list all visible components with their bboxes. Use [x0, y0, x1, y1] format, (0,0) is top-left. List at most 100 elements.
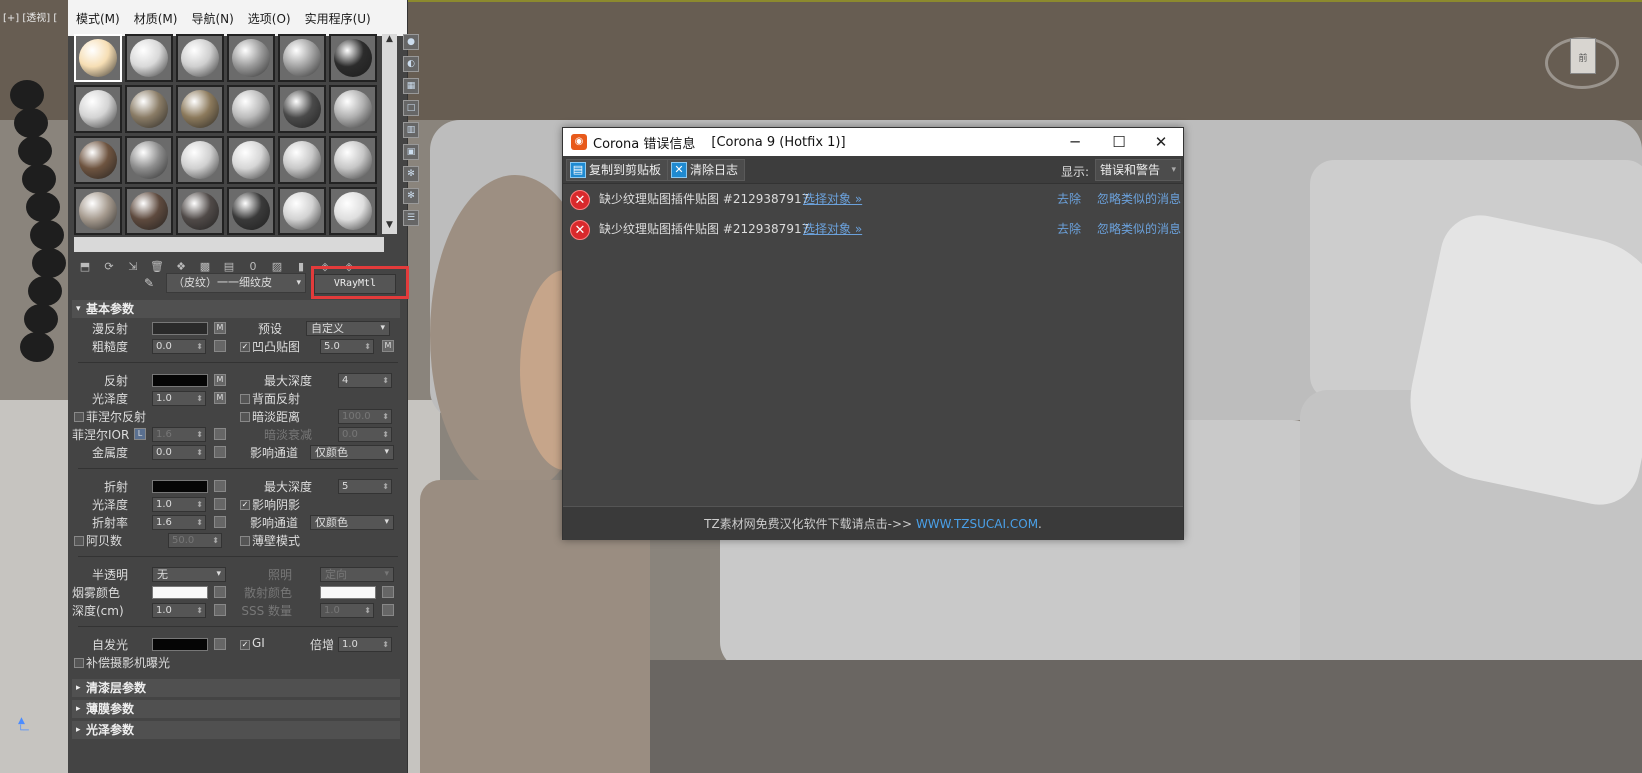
bump-map-button[interactable]: M: [382, 340, 394, 352]
rollout-basic-params[interactable]: 基本参数: [72, 300, 400, 318]
affect-channels-dropdown[interactable]: 仅颜色: [310, 445, 394, 460]
viewcube[interactable]: 前: [1545, 37, 1619, 89]
fog-map-button[interactable]: [214, 586, 226, 598]
eyedropper-icon[interactable]: ✎: [144, 276, 154, 290]
material-slot[interactable]: [227, 136, 275, 184]
reflect-map-button[interactable]: M: [214, 374, 226, 386]
options-icon[interactable]: ✻: [403, 166, 419, 182]
get-material-icon[interactable]: ⬒: [76, 258, 94, 276]
depth-spinner[interactable]: 1.0: [152, 603, 206, 618]
refract-affect-channels-dropdown[interactable]: 仅颜色: [310, 515, 394, 530]
gloss-spinner[interactable]: 1.0: [152, 391, 206, 406]
material-slot[interactable]: [125, 85, 173, 133]
slots-horizontal-scrollbar[interactable]: [74, 237, 384, 252]
close-icon[interactable]: ✕: [1139, 128, 1183, 156]
footer-link[interactable]: WWW.TZSUCAI.COM: [916, 517, 1038, 531]
scatter-map-button[interactable]: [382, 586, 394, 598]
fog-color-swatch[interactable]: [152, 586, 208, 599]
material-name-dropdown[interactable]: （皮纹）一一细纹皮 ▾: [166, 273, 306, 293]
ior-map-button[interactable]: [214, 516, 226, 528]
material-slot[interactable]: [74, 34, 122, 82]
scroll-up-icon[interactable]: ▲: [382, 34, 397, 48]
menu-material[interactable]: 材质(M): [134, 10, 178, 27]
put-to-scene-icon[interactable]: ⟳: [100, 258, 118, 276]
minimize-icon[interactable]: ─: [1053, 128, 1097, 156]
scroll-down-icon[interactable]: ▼: [382, 220, 397, 234]
material-slot[interactable]: [227, 85, 275, 133]
rollout-gloss-params[interactable]: 光泽参数: [72, 721, 400, 739]
material-slot[interactable]: [278, 136, 326, 184]
refract-gloss-map-button[interactable]: [214, 498, 226, 510]
backside-checkbox[interactable]: [240, 394, 250, 404]
dim-dist-spinner[interactable]: 100.0: [338, 409, 392, 424]
rollout-coat-params[interactable]: 清漆层参数: [72, 679, 400, 697]
sample-type-icon[interactable]: ●: [403, 34, 419, 50]
menu-navigation[interactable]: 导航(N): [191, 10, 233, 27]
roughness-spinner[interactable]: 0.0: [152, 339, 206, 354]
multiplier-spinner[interactable]: 1.0: [338, 637, 392, 652]
viewport-label[interactable]: [+] [透视] [: [3, 9, 57, 24]
refract-swatch[interactable]: [152, 480, 208, 493]
material-slot[interactable]: [329, 85, 377, 133]
ignore-similar-link[interactable]: 忽略类似的消息: [1097, 190, 1181, 207]
background-icon[interactable]: ▦: [403, 78, 419, 94]
menu-mode[interactable]: 模式(M): [76, 10, 120, 27]
fresnel-ior-spinner[interactable]: 1.6: [152, 427, 206, 442]
metal-map-button[interactable]: [214, 446, 226, 458]
material-slot[interactable]: [125, 136, 173, 184]
reset-map-icon[interactable]: 🗑: [148, 258, 166, 276]
max-depth-spinner[interactable]: 4: [338, 373, 392, 388]
material-slot[interactable]: [176, 85, 224, 133]
self-illumination-swatch[interactable]: [152, 638, 208, 651]
material-slot[interactable]: [125, 187, 173, 235]
video-color-check-icon[interactable]: ▥: [403, 122, 419, 138]
roughness-map-button[interactable]: [214, 340, 226, 352]
show-filter-dropdown[interactable]: 错误和警告: [1095, 159, 1181, 181]
refract-map-button[interactable]: [214, 480, 226, 492]
make-preview-icon[interactable]: ▣: [403, 144, 419, 160]
thin-walled-checkbox[interactable]: [240, 536, 250, 546]
rollout-sheen-params[interactable]: 薄膜参数: [72, 700, 400, 718]
clear-log-button[interactable]: ✕ 清除日志: [667, 159, 746, 181]
material-slot[interactable]: [329, 187, 377, 235]
sss-amount-spinner[interactable]: 1.0: [320, 603, 374, 618]
slots-vertical-scrollbar[interactable]: ▲ ▼: [382, 34, 397, 234]
translucency-dropdown[interactable]: 无: [152, 567, 226, 582]
select-objects-link[interactable]: 选择对象 »: [803, 190, 862, 207]
material-slot[interactable]: [74, 187, 122, 235]
material-slot[interactable]: [125, 34, 173, 82]
affect-shadows-checkbox[interactable]: ✓: [240, 500, 250, 510]
refract-max-depth-spinner[interactable]: 5: [338, 479, 392, 494]
comp-exposure-checkbox[interactable]: [74, 658, 84, 668]
maximize-icon[interactable]: ☐: [1097, 128, 1141, 156]
reflect-swatch[interactable]: [152, 374, 208, 387]
bump-checkbox[interactable]: ✓: [240, 342, 250, 352]
material-slot[interactable]: [74, 136, 122, 184]
menu-utilities[interactable]: 实用程序(U): [305, 10, 371, 27]
material-slot[interactable]: [176, 34, 224, 82]
uv-tiling-icon[interactable]: □: [403, 100, 419, 116]
remove-link[interactable]: 去除: [1057, 220, 1081, 237]
bump-spinner[interactable]: 5.0: [320, 339, 374, 354]
remove-link[interactable]: 去除: [1057, 190, 1081, 207]
gloss-map-button[interactable]: M: [214, 392, 226, 404]
self-illumination-map-button[interactable]: [214, 638, 226, 650]
ior-lock-button[interactable]: L: [134, 428, 146, 440]
material-slot[interactable]: [74, 85, 122, 133]
material-slot[interactable]: [278, 187, 326, 235]
gi-checkbox[interactable]: ✓: [240, 640, 250, 650]
diffuse-swatch[interactable]: [152, 322, 208, 335]
material-slot[interactable]: [227, 34, 275, 82]
menu-options[interactable]: 选项(O): [248, 10, 291, 27]
dim-dist-checkbox[interactable]: [240, 412, 250, 422]
backlight-icon[interactable]: ◐: [403, 56, 419, 72]
illumination-dropdown[interactable]: 定向: [320, 567, 394, 582]
preset-dropdown[interactable]: 自定义: [306, 321, 390, 336]
material-slot[interactable]: [227, 187, 275, 235]
select-by-material-icon[interactable]: ✻: [403, 188, 419, 204]
material-slot[interactable]: [278, 34, 326, 82]
depth-map-button[interactable]: [214, 604, 226, 616]
sss-map-button[interactable]: [382, 604, 394, 616]
abbe-spinner[interactable]: 50.0: [168, 533, 222, 548]
dim-falloff-spinner[interactable]: 0.0: [338, 427, 392, 442]
